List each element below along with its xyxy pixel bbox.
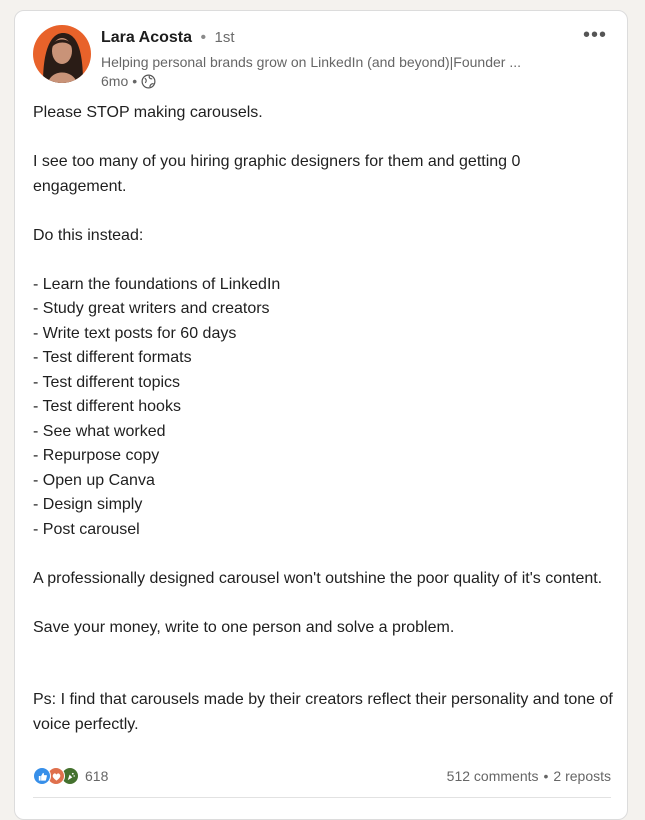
step-item: - Post carousel <box>33 520 140 538</box>
degree-separator: • <box>200 29 207 46</box>
action-bar-divider <box>33 797 611 798</box>
post-paragraph: Do this instead: <box>33 226 144 244</box>
step-item: - Design simply <box>33 496 143 513</box>
globe-icon <box>141 74 156 89</box>
post-meta: 6mo • <box>101 73 156 89</box>
more-options-icon[interactable]: ••• <box>583 25 607 45</box>
author-line: Lara Acosta • 1st <box>101 29 235 47</box>
post-paragraph: Ps: I find that carousels made by their … <box>33 691 613 733</box>
author-headline: Helping personal brands grow on LinkedIn… <box>101 54 522 70</box>
post-paragraph: A professionally designed carousel won't… <box>33 569 603 587</box>
connection-degree: 1st <box>214 29 235 46</box>
meta-separator: • <box>132 73 138 89</box>
step-item: - Test different hooks <box>33 398 181 415</box>
step-item: - Repurpose copy <box>33 447 160 464</box>
post-paragraph: Save your money, write to one person and… <box>33 618 455 636</box>
reactions-summary[interactable]: 618 <box>33 767 108 785</box>
step-item: - Learn the foundations of LinkedIn <box>33 275 281 293</box>
step-item: - Test different formats <box>33 349 192 366</box>
author-name[interactable]: Lara Acosta <box>101 29 192 46</box>
step-item: - Study great writers and creators <box>33 300 270 317</box>
post-time: 6mo <box>101 73 129 89</box>
avatar[interactable] <box>33 25 91 83</box>
step-item: - Write text posts for 60 days <box>33 324 237 342</box>
engagement-counts: 512 comments • 2 reposts <box>447 768 611 784</box>
step-item: - See what worked <box>33 422 166 440</box>
reaction-count: 618 <box>85 768 109 784</box>
comments-count-link[interactable]: 512 comments <box>447 768 539 784</box>
post-body: Please STOP making carousels. I see too … <box>33 101 613 737</box>
reposts-count-link[interactable]: 2 reposts <box>553 768 611 784</box>
like-icon <box>33 767 51 785</box>
step-item: - Open up Canva <box>33 471 155 489</box>
post-paragraph: I see too many of you hiring graphic des… <box>33 153 521 195</box>
post-intro: Please STOP making carousels. <box>33 104 263 121</box>
step-item: - Test different topics <box>33 373 181 391</box>
post-card: Lara Acosta • 1st Helping personal brand… <box>14 10 628 820</box>
counts-separator: • <box>543 768 549 784</box>
social-counts-bar: 618 512 comments • 2 reposts <box>33 767 611 785</box>
